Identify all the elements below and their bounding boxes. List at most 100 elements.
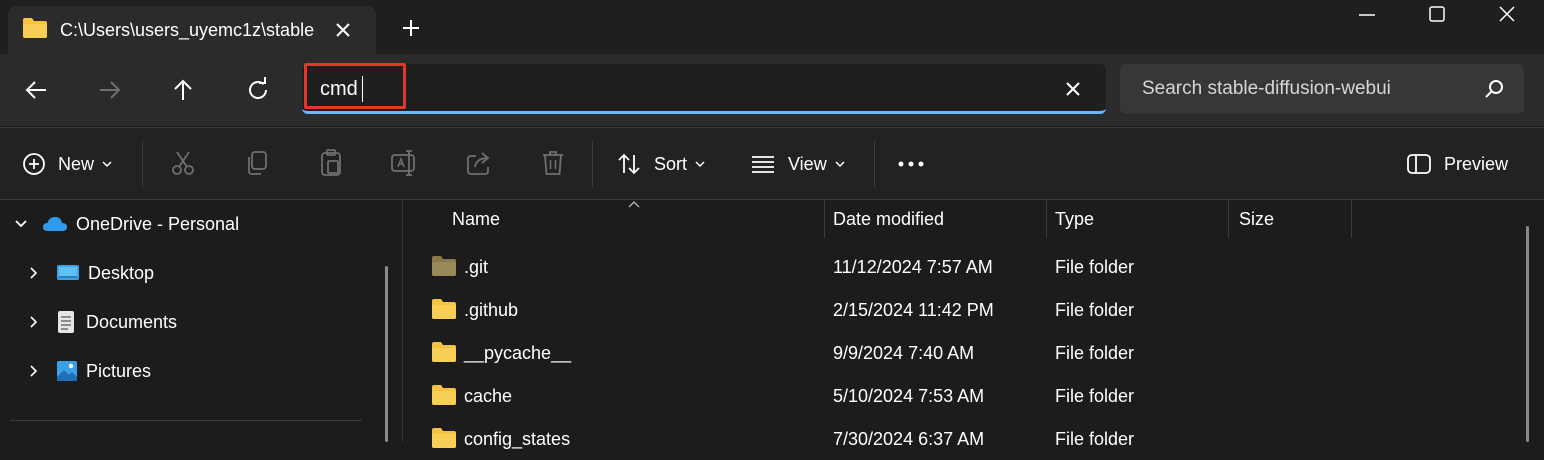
title-bar: C:\Users\users_uyemc1z\stable (0, 0, 1544, 54)
up-arrow-icon[interactable] (165, 72, 201, 108)
new-label: New (58, 153, 95, 174)
maximize-icon[interactable] (1402, 0, 1472, 32)
column-separator[interactable] (1351, 200, 1352, 238)
file-name: config_states (464, 429, 571, 449)
file-type: File folder (1055, 386, 1135, 406)
file-type: File folder (1055, 300, 1135, 320)
file-type: File folder (1055, 343, 1135, 363)
file-name: .git (464, 257, 489, 277)
file-name: .github (464, 300, 519, 320)
tree-item-onedrive[interactable]: OneDrive - Personal (14, 209, 239, 239)
table-row[interactable]: .github 2/15/2024 11:42 PM File folder (403, 289, 1523, 331)
search-box[interactable] (1120, 64, 1524, 114)
file-date: 2/15/2024 11:42 PM (833, 300, 994, 320)
table-row[interactable]: config_states 7/30/2024 6:37 AM File fol… (403, 418, 1523, 460)
share-icon[interactable] (464, 148, 494, 178)
column-header-type[interactable]: Type (1055, 209, 1094, 230)
address-bar[interactable] (302, 64, 1106, 114)
folder-icon (431, 384, 457, 406)
chevron-right-icon[interactable] (28, 315, 38, 329)
tab-title: C:\Users\users_uyemc1z\stable (60, 20, 315, 40)
toolbar-separator (142, 141, 143, 187)
folder-icon (431, 298, 457, 320)
file-type: File folder (1055, 429, 1135, 449)
folder-dim-icon (431, 255, 457, 277)
tree-item-label: Desktop (88, 262, 155, 283)
file-list: Name Date modified Type Size .git 11/12/… (403, 200, 1544, 449)
file-date: 11/12/2024 7:57 AM (833, 257, 993, 277)
address-input[interactable] (320, 75, 1020, 103)
preview-label: Preview (1444, 153, 1509, 174)
tree-item-label: OneDrive - Personal (76, 213, 240, 234)
forward-arrow-icon[interactable] (92, 72, 128, 108)
table-row[interactable]: .git 11/12/2024 7:57 AM File folder (403, 246, 1523, 288)
more-options-button[interactable] (896, 146, 926, 182)
tree-item-documents[interactable]: Documents (28, 307, 177, 337)
navigation-bar (0, 54, 1544, 126)
view-label: View (788, 153, 827, 174)
table-row[interactable]: cache 5/10/2024 7:53 AM File folder (403, 375, 1523, 417)
preview-button[interactable]: Preview (1406, 146, 1508, 182)
new-button[interactable]: New (22, 146, 112, 182)
navigation-pane-divider (10, 420, 362, 421)
navigation-pane: OneDrive - Personal Desktop Documents Pi… (0, 200, 402, 442)
file-name: cache (464, 386, 513, 406)
search-icon[interactable] (1484, 78, 1506, 100)
column-separator[interactable] (824, 200, 825, 238)
column-separator[interactable] (1046, 200, 1047, 238)
tree-item-desktop[interactable]: Desktop (28, 258, 154, 288)
plus-icon[interactable] (397, 14, 425, 42)
sort-label: Sort (654, 153, 688, 174)
copy-icon[interactable] (242, 148, 272, 178)
chevron-down-icon (835, 159, 845, 169)
add-circle-icon (22, 152, 46, 176)
refresh-icon[interactable] (240, 72, 276, 108)
preview-pane-icon (1406, 153, 1432, 175)
back-arrow-icon[interactable] (18, 72, 54, 108)
file-date: 7/30/2024 6:37 AM (833, 429, 985, 449)
toolbar-separator (592, 141, 593, 187)
documents-icon (56, 310, 76, 334)
tree-item-pictures[interactable]: Pictures (28, 356, 151, 386)
text-caret (362, 76, 363, 102)
cut-icon[interactable] (168, 148, 198, 178)
chevron-right-icon[interactable] (28, 266, 38, 280)
view-button[interactable]: View (750, 146, 845, 182)
file-list-scrollbar[interactable] (1526, 226, 1529, 442)
desktop-icon (56, 263, 80, 283)
cloud-icon (42, 215, 68, 233)
file-type: File folder (1055, 257, 1135, 277)
paste-icon[interactable] (316, 148, 346, 178)
navigation-pane-scrollbar[interactable] (385, 266, 388, 442)
table-row[interactable]: __pycache__ 9/9/2024 7:40 AM File folder (403, 332, 1523, 374)
tree-item-label: Pictures (86, 360, 152, 381)
column-separator[interactable] (1228, 200, 1229, 238)
command-bar: New Sort View Preview (0, 127, 1544, 200)
sort-icon (616, 151, 642, 177)
file-date: 5/10/2024 7:53 AM (833, 386, 985, 406)
close-icon[interactable] (1472, 0, 1542, 32)
chevron-down-icon (102, 159, 112, 169)
file-date: 9/9/2024 7:40 AM (833, 343, 975, 363)
sort-ascending-icon (627, 200, 641, 210)
column-header-date[interactable]: Date modified (833, 209, 944, 230)
toolbar-separator (874, 141, 875, 187)
chevron-down-icon[interactable] (14, 217, 28, 231)
sort-button[interactable]: Sort (616, 146, 705, 182)
clear-icon[interactable] (1060, 76, 1086, 102)
column-header-name[interactable]: Name (452, 209, 500, 230)
delete-icon[interactable] (538, 148, 568, 178)
tab-active[interactable]: C:\Users\users_uyemc1z\stable (8, 6, 376, 54)
search-input[interactable] (1142, 77, 1462, 101)
minimize-icon[interactable] (1332, 0, 1402, 32)
close-icon[interactable] (330, 17, 356, 43)
folder-icon (22, 17, 48, 39)
rename-icon[interactable] (390, 148, 420, 178)
folder-icon (431, 341, 457, 363)
file-name: __pycache__ (464, 343, 572, 363)
chevron-right-icon[interactable] (28, 364, 38, 378)
pictures-icon (56, 360, 78, 382)
tree-item-label: Documents (86, 311, 178, 332)
folder-icon (431, 427, 457, 449)
column-header-size[interactable]: Size (1239, 209, 1274, 230)
